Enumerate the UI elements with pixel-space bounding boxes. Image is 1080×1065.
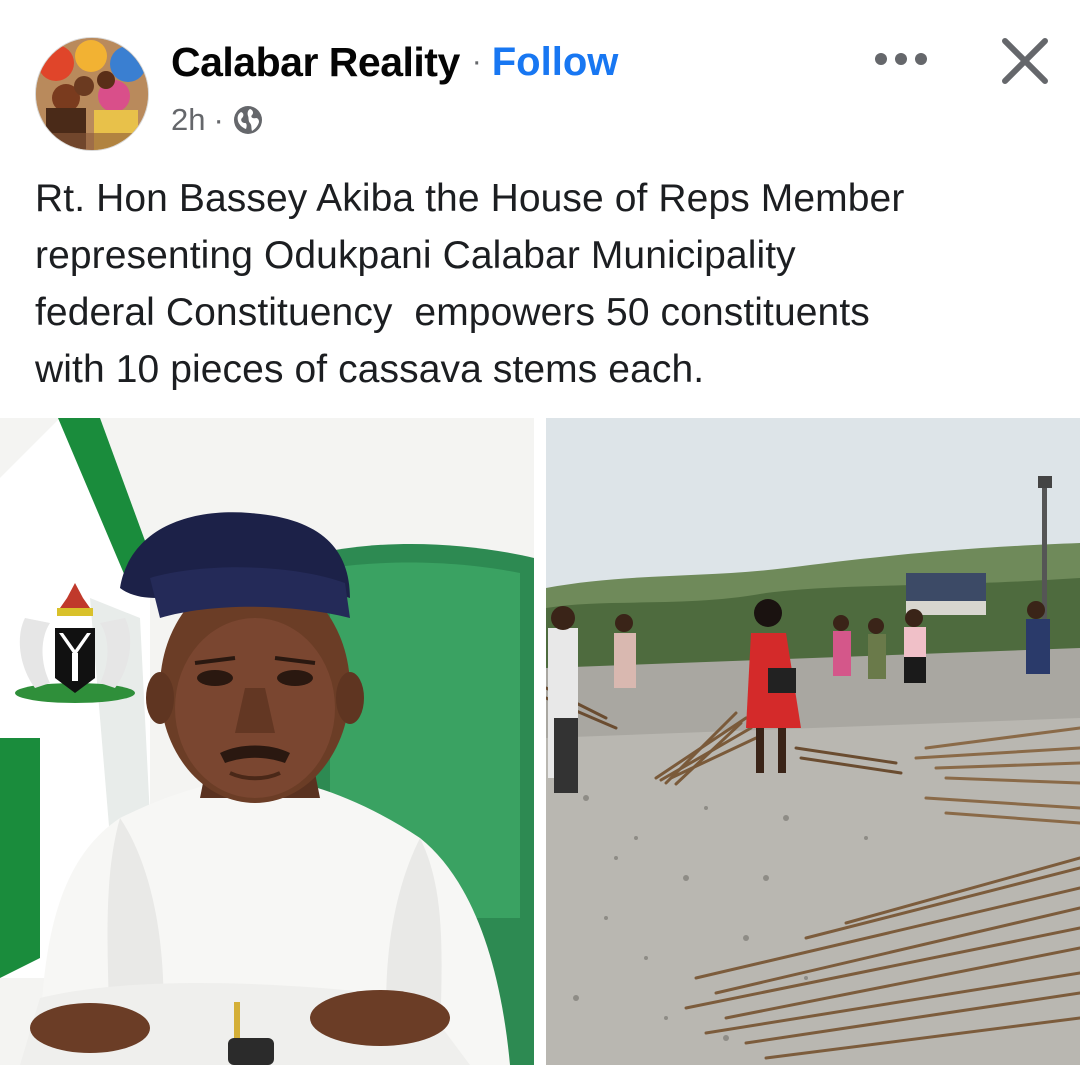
more-options-icon	[875, 53, 927, 65]
post-header: Calabar Reality · Follow	[171, 36, 618, 88]
post-text-line: federal Constituency empowers 50 constit…	[35, 291, 870, 334]
post-text-line: representing Odukpani Calabar Municipali…	[35, 234, 796, 277]
header-separator: ·	[471, 45, 482, 78]
post-meta: 2h ·	[171, 98, 264, 142]
post-text-line: with 10 pieces of cassava stems each.	[35, 348, 705, 391]
post-photo-cassava-stems[interactable]	[546, 418, 1080, 1065]
post-text-line: Rt. Hon Bassey Akiba the House of Reps M…	[35, 177, 905, 220]
meta-separator: ·	[213, 102, 224, 137]
page-avatar[interactable]	[35, 37, 149, 151]
post-photo-portrait[interactable]	[0, 418, 534, 1065]
close-icon	[1002, 38, 1048, 84]
close-button[interactable]	[992, 28, 1058, 94]
post-timestamp[interactable]: 2h	[171, 102, 205, 138]
post-text: Rt. Hon Bassey Akiba the House of Reps M…	[35, 170, 1055, 398]
globe-icon	[232, 104, 264, 136]
page-name[interactable]: Calabar Reality	[171, 39, 460, 86]
follow-button[interactable]: Follow	[492, 40, 619, 85]
facebook-post: Calabar Reality · Follow 2h · Rt. Hon Ba…	[0, 0, 1080, 1065]
more-options-button[interactable]	[866, 36, 936, 82]
